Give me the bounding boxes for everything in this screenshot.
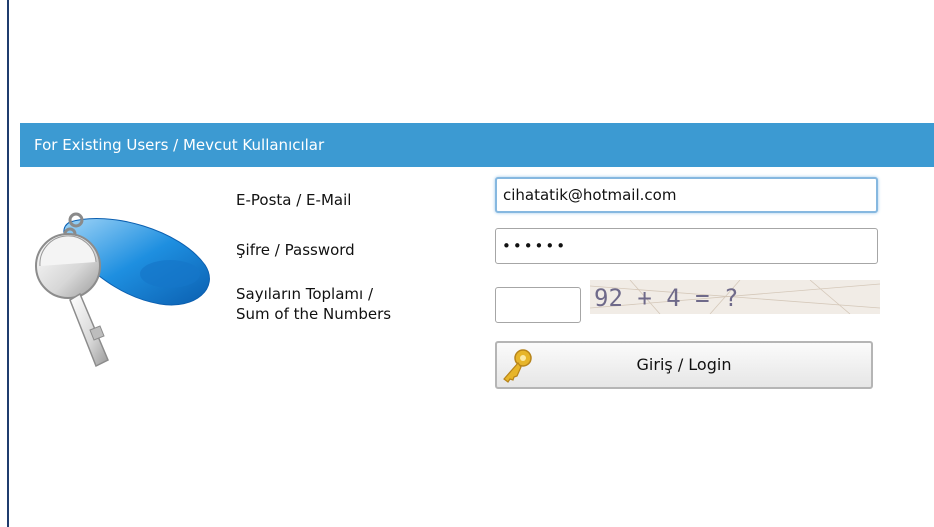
login-button-label: Giriş / Login xyxy=(636,355,732,374)
email-label: E-Posta / E-Mail xyxy=(236,191,352,209)
left-border-line xyxy=(7,0,9,527)
panel-title: For Existing Users / Mevcut Kullanıcılar xyxy=(34,136,325,154)
sum-label-line2: Sum of the Numbers xyxy=(236,305,392,323)
email-field[interactable] xyxy=(495,177,878,213)
captcha-image: 92 + 4 = ? xyxy=(590,280,880,314)
captcha-text: 92 + 4 = ? xyxy=(594,284,739,312)
sum-label-line1: Sayıların Toplamı / xyxy=(236,285,373,303)
panel-header: For Existing Users / Mevcut Kullanıcılar xyxy=(20,123,934,167)
password-field[interactable] xyxy=(495,228,878,264)
sum-input[interactable] xyxy=(495,287,581,323)
login-button[interactable]: Giriş / Login xyxy=(495,341,873,389)
password-label: Şifre / Password xyxy=(236,241,355,259)
sum-label: Sayıların Toplamı / Sum of the Numbers xyxy=(236,284,391,324)
key-illustration-icon xyxy=(35,212,210,368)
